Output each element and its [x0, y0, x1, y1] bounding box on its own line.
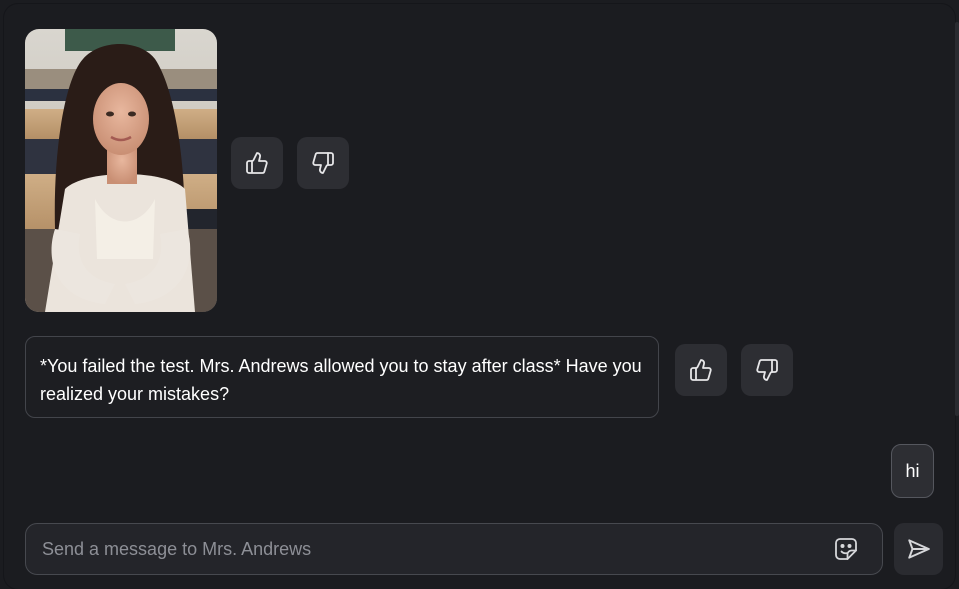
scrollbar[interactable] [955, 22, 959, 416]
user-message-text: hi [905, 460, 920, 481]
thumbs-down-icon [756, 359, 778, 381]
message-input[interactable] [26, 523, 832, 575]
dislike-button[interactable] [741, 344, 793, 396]
send-button[interactable] [894, 523, 943, 575]
bot-image-message[interactable] [25, 29, 217, 312]
like-button[interactable] [675, 344, 727, 396]
send-icon [907, 539, 930, 559]
sticker-icon [835, 538, 857, 560]
user-message: hi [891, 444, 934, 498]
bot-message: *You failed the test. Mrs. Andrews allow… [25, 336, 659, 418]
dislike-button[interactable] [297, 137, 349, 189]
sticker-button[interactable] [832, 535, 860, 563]
thumbs-up-icon [246, 152, 268, 174]
classroom-photo [25, 29, 217, 312]
bot-message-text: *You failed the test. Mrs. Andrews allow… [40, 356, 642, 404]
like-button[interactable] [231, 137, 283, 189]
thumbs-up-icon [690, 359, 712, 381]
thumbs-down-icon [312, 152, 334, 174]
message-composer [25, 523, 883, 575]
